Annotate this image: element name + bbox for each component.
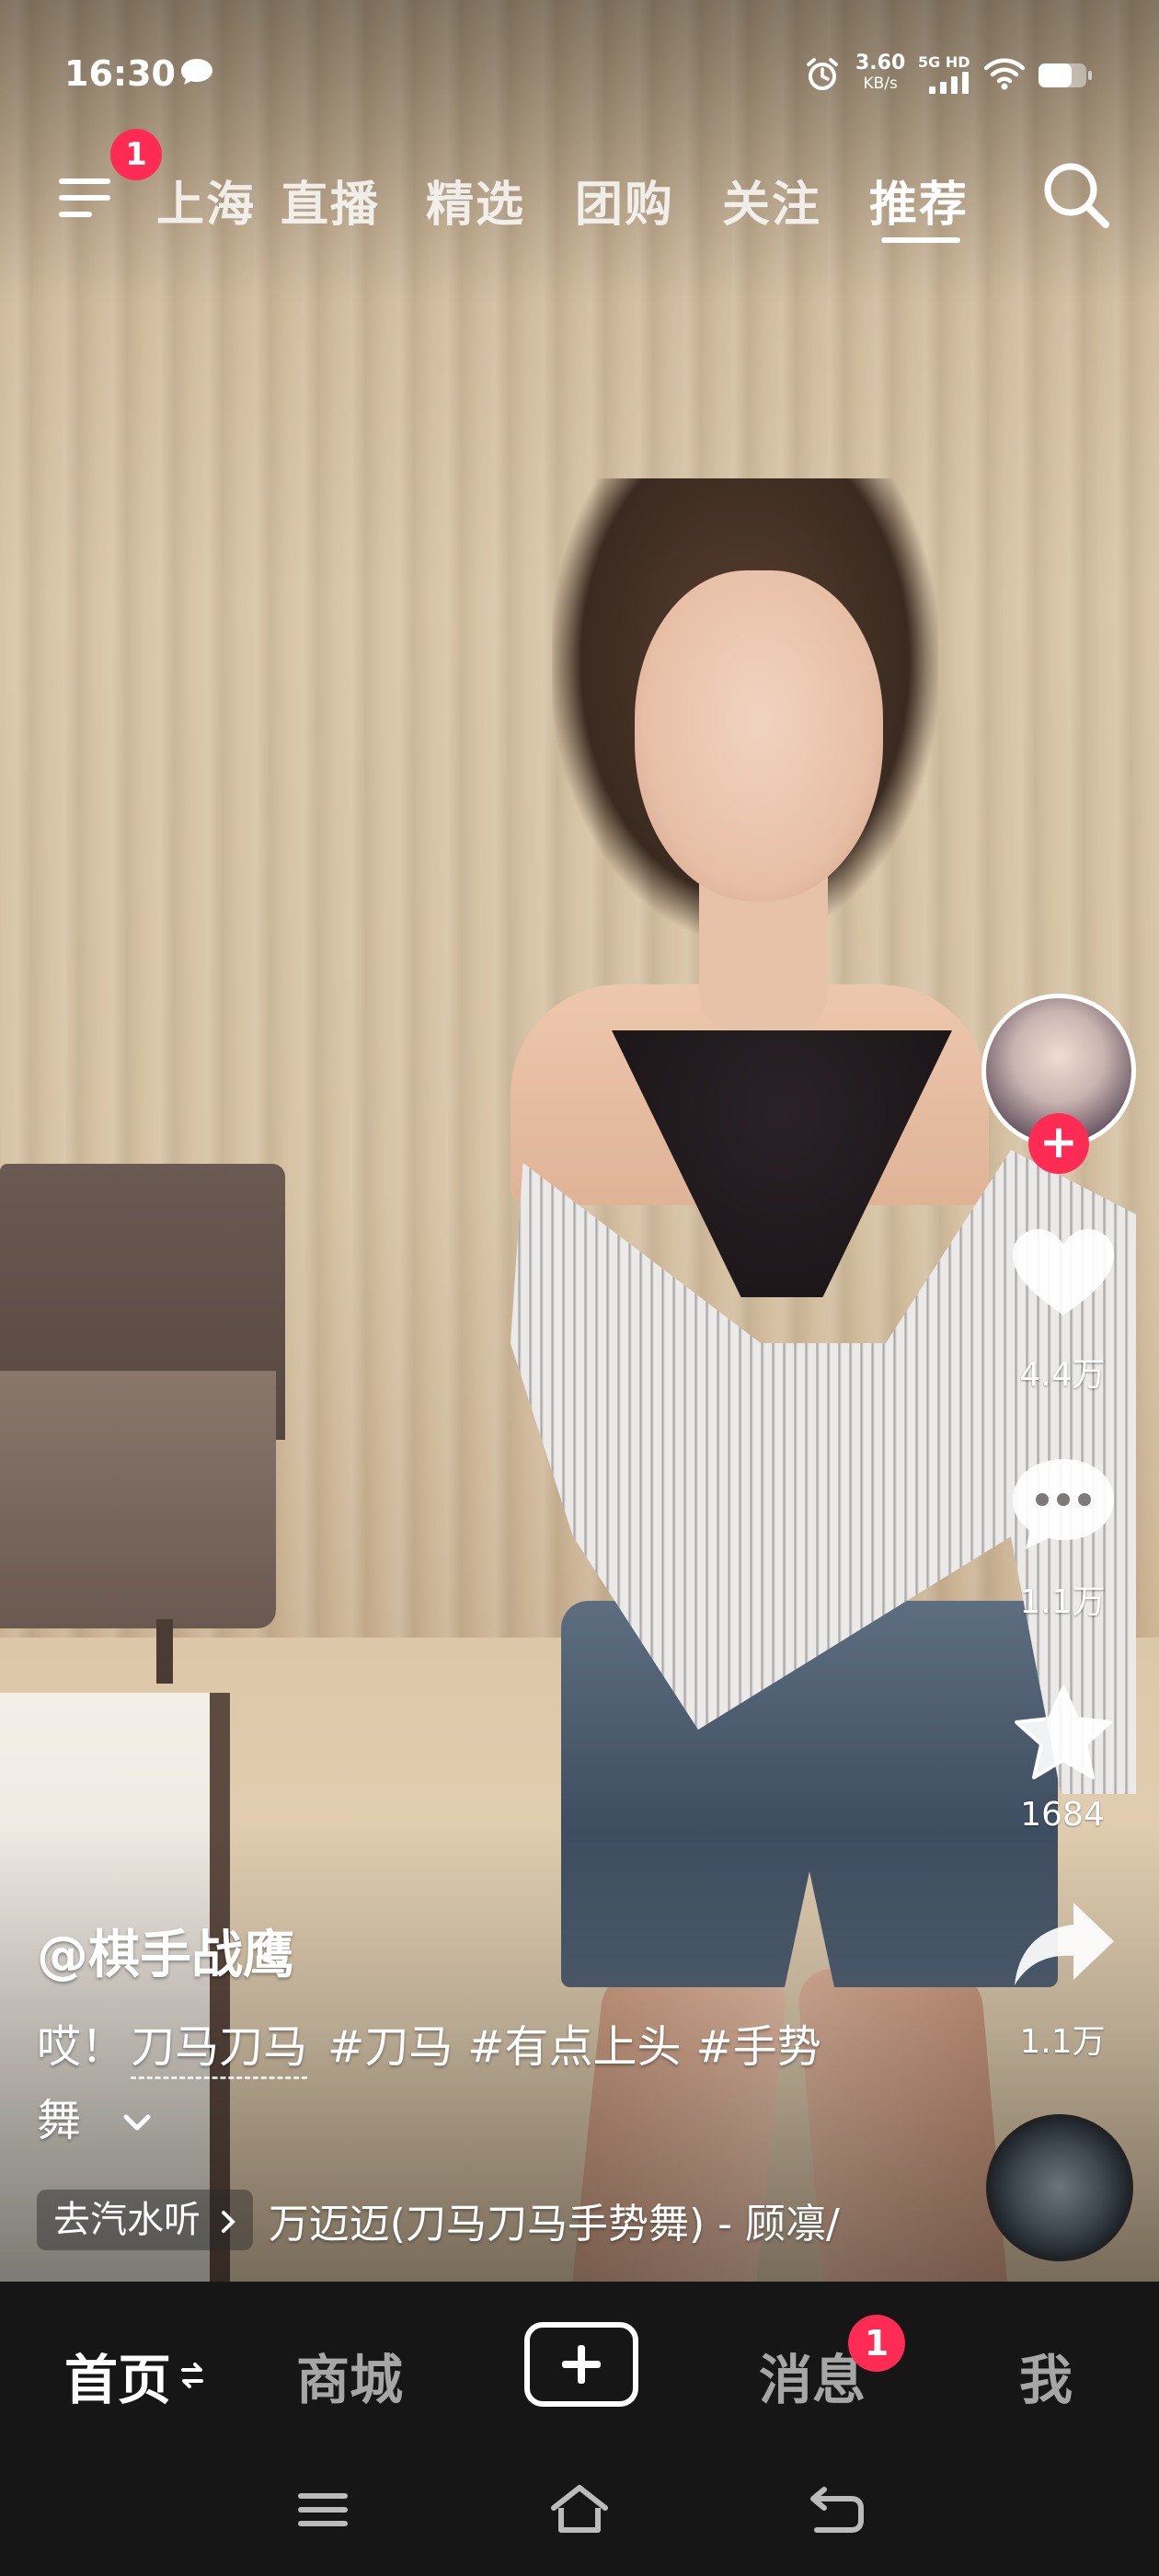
menu-button[interactable] [55, 166, 120, 230]
video-description: 哎！ 刀马刀马 #刀马 #有点上头 #手势 [37, 2010, 836, 2079]
alarm-icon [807, 58, 838, 90]
messages-badge: 1 [848, 2315, 905, 2372]
network-speed-unit: KB/s [863, 75, 898, 93]
bottom-tab-bar: 首页 商城 消息 1 我 [0, 2282, 1159, 2447]
network-type: 5G HD [918, 53, 970, 71]
tab-featured[interactable]: 精选 [426, 166, 525, 235]
music-title[interactable]: 万迈迈(刀马刀马手势舞) - 顾凛/ [269, 2191, 840, 2249]
author-name[interactable]: @棋手战鹰 [37, 1914, 294, 1988]
status-time: 16:30 [64, 53, 176, 94]
back-icon[interactable] [804, 2480, 870, 2539]
search-button[interactable] [1038, 156, 1115, 234]
battery-icon [1039, 63, 1092, 87]
tab-group-buy[interactable]: 团购 [575, 166, 674, 235]
network-speed: 3.60 KB/s [855, 53, 905, 94]
network-speed-value: 3.60 [855, 52, 906, 75]
status-bar: 16:30 3.60 KB/s 5G HD [0, 0, 1159, 101]
tab-me[interactable]: 我 [1019, 2337, 1073, 2414]
signal-icon [929, 72, 969, 94]
hashtag[interactable]: #刀马 [327, 2021, 453, 2073]
top-navigation: 上海 直播 精选 团购 关注 推荐 [0, 147, 1159, 258]
search-icon [1044, 163, 1109, 228]
tab-live[interactable]: 直播 [281, 166, 380, 235]
hashtag[interactable]: #手势 [696, 2021, 821, 2073]
music-row: 去汽水听 万迈迈(刀马刀马手势舞) - 顾凛/ [37, 2190, 840, 2250]
active-tab-indicator [881, 237, 960, 243]
tab-mall[interactable]: 商城 [296, 2337, 403, 2414]
share-arrow-icon[interactable] [1007, 1895, 1119, 1996]
tab-shanghai[interactable]: 上海 [156, 166, 256, 235]
description-continuation: 舞 [37, 2084, 152, 2148]
music-disc-avatar[interactable] [986, 2114, 1133, 2261]
like-count: 4.4万 [1019, 1356, 1106, 1394]
description-continuation-text: 舞 [37, 2095, 82, 2146]
video-person-face [635, 570, 883, 902]
favorite-count: 1684 [1020, 1796, 1105, 1834]
system-navigation-bar [0, 2447, 1159, 2576]
create-button[interactable] [524, 2322, 638, 2407]
chevron-right-icon [221, 2211, 235, 2233]
wifi-icon [984, 58, 1025, 90]
video-chair-leg [156, 1619, 173, 1684]
chevron-down-icon[interactable] [122, 2113, 152, 2133]
recent-apps-icon[interactable] [291, 2480, 357, 2539]
chat-bubble-icon [181, 59, 212, 85]
tab-recommended[interactable]: 推荐 [869, 166, 969, 235]
menu-notification-badge: 1 [110, 129, 162, 180]
comment-count: 1.1万 [1019, 1583, 1106, 1621]
share-count: 1.1万 [1019, 2023, 1106, 2061]
hashtag[interactable]: #有点上头 [467, 2021, 681, 2073]
home-icon[interactable] [546, 2480, 613, 2539]
description-prefix: 哎！ [37, 2021, 126, 2073]
tab-home[interactable]: 首页 [64, 2337, 171, 2414]
listen-in-soda-button[interactable]: 去汽水听 [37, 2190, 253, 2250]
listen-in-soda-label: 去汽水听 [53, 2199, 201, 2241]
follow-button[interactable]: + [1028, 1113, 1089, 1174]
description-link[interactable]: 刀马刀马 [131, 2021, 308, 2079]
favorite-star-icon[interactable] [1007, 1684, 1119, 1785]
comment-icon[interactable] [1007, 1454, 1119, 1555]
video-chair-seat [0, 1371, 276, 1628]
plus-icon [562, 2345, 601, 2384]
refresh-swap-icon[interactable] [180, 2359, 204, 2392]
tab-following[interactable]: 关注 [722, 166, 821, 235]
heart-icon[interactable] [1007, 1224, 1119, 1325]
menu-icon [59, 178, 110, 217]
